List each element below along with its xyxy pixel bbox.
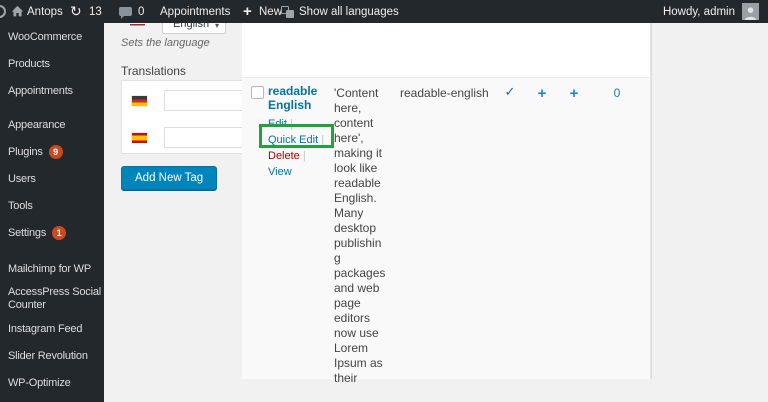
updates-icon[interactable]: ↻ xyxy=(70,0,82,23)
tag-name-link[interactable]: readable English xyxy=(268,84,330,112)
translations-heading: Translations xyxy=(121,64,186,78)
add-new-tag-button[interactable]: Add New Tag xyxy=(121,166,218,190)
translation-check-icon[interactable]: ✓ xyxy=(500,85,520,100)
admin-bar: Antops ↻ 13 0 Appointments + New Show al… xyxy=(0,0,768,23)
sidebar-item-users[interactable]: Users xyxy=(0,165,104,192)
posts-count-link[interactable]: 0 xyxy=(605,86,629,100)
adminbar-appointments-link[interactable]: Appointments xyxy=(160,0,230,23)
table-row-readable-english: readable English Edit | Quick Edit | Del… xyxy=(242,77,650,385)
row-checkbox[interactable] xyxy=(251,86,264,99)
add-translation-icon[interactable]: + xyxy=(532,85,552,102)
scrollbar-track[interactable] xyxy=(651,0,664,379)
show-all-languages-link[interactable]: Show all languages xyxy=(299,0,399,23)
translate-icon[interactable] xyxy=(281,0,294,23)
sidebar-item-accesspress[interactable]: AccessPress Social Counter xyxy=(0,282,104,315)
view-link[interactable]: View xyxy=(268,166,292,178)
sidebar-item-products[interactable]: Products xyxy=(0,50,104,77)
spain-flag-icon xyxy=(132,133,147,143)
adminbar-new-link[interactable]: New xyxy=(259,0,282,23)
wordpress-admin-screen: Antops ↻ 13 0 Appointments + New Show al… xyxy=(0,0,768,402)
language-help-text: Sets the language xyxy=(121,37,210,49)
sidebar-item-instagram-feed[interactable]: Instagram Feed xyxy=(0,315,104,342)
howdy-text[interactable]: Howdy, admin xyxy=(663,0,735,23)
tags-table: Photo — photo ✓ + + 3 readable English E… xyxy=(242,0,651,385)
plugins-update-badge: 9 xyxy=(48,144,63,159)
germany-flag-icon xyxy=(132,96,147,106)
new-content-plus-icon[interactable]: + xyxy=(243,0,252,23)
sidebar-item-plugins[interactable]: Plugins 9 xyxy=(0,138,104,165)
home-icon[interactable] xyxy=(11,0,24,23)
comments-icon[interactable] xyxy=(119,0,132,23)
admin-sidebar: WooCommerce Products Appointments Appear… xyxy=(0,23,104,402)
settings-update-badge: 1 xyxy=(52,225,67,240)
tag-slug: readable-english xyxy=(400,86,489,100)
sidebar-item-wp-optimize[interactable]: WP-Optimize xyxy=(0,369,104,396)
sidebar-item-slider-revolution[interactable]: Slider Revolution xyxy=(0,342,104,369)
wordpress-logo-icon[interactable] xyxy=(0,5,6,18)
tag-description: 'Content here, content here', making it … xyxy=(334,86,386,385)
sidebar-item-woocommerce[interactable]: WooCommerce xyxy=(0,23,104,50)
row-actions: Edit | Quick Edit | Delete | View xyxy=(268,118,325,178)
sidebar-item-appointments[interactable]: Appointments xyxy=(0,77,104,104)
edit-link[interactable]: Edit xyxy=(268,118,287,130)
sidebar-item-settings[interactable]: Settings 1 xyxy=(0,219,104,246)
add-translation-icon[interactable]: + xyxy=(564,85,584,102)
site-name-link[interactable]: Antops xyxy=(27,0,63,23)
sidebar-item-tools[interactable]: Tools xyxy=(0,192,104,219)
avatar[interactable] xyxy=(742,3,759,20)
delete-link[interactable]: Delete xyxy=(268,150,300,162)
quick-edit-link[interactable]: Quick Edit xyxy=(268,134,318,146)
sidebar-item-appearance[interactable]: Appearance xyxy=(0,111,104,138)
comments-count[interactable]: 0 xyxy=(138,0,144,23)
updates-count[interactable]: 13 xyxy=(89,0,102,23)
sidebar-item-mailchimp[interactable]: Mailchimp for WP xyxy=(0,255,104,282)
